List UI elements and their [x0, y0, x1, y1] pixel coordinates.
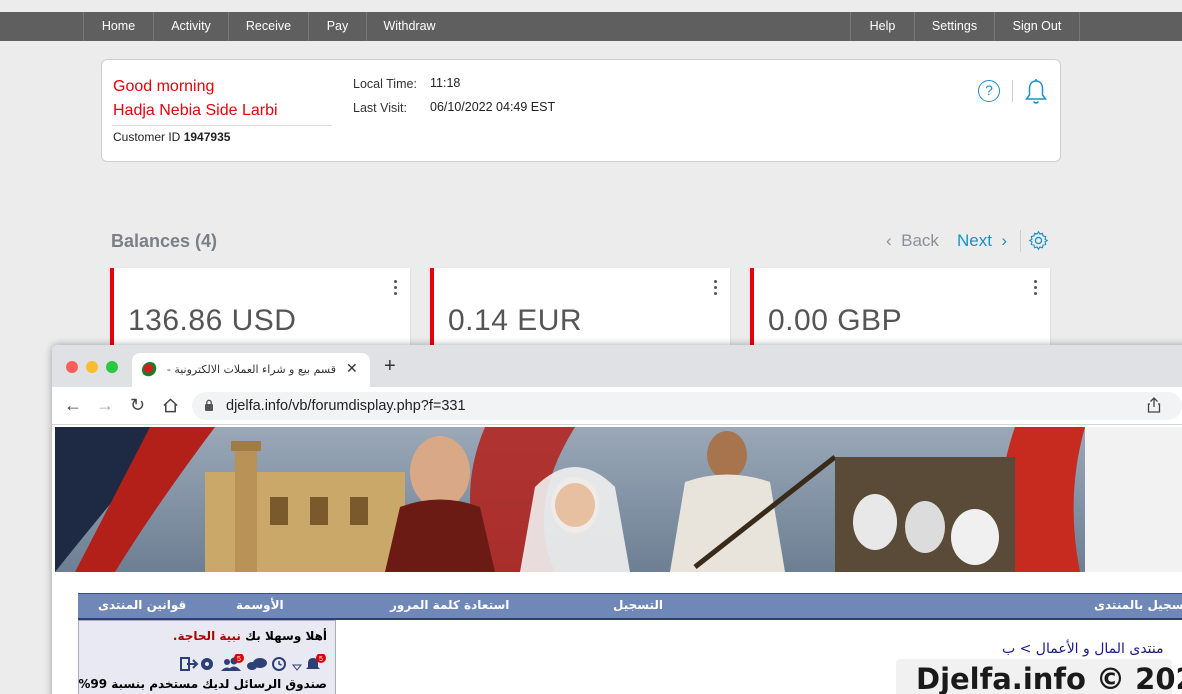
forum-nav-medals[interactable]: الأوسمة: [236, 598, 284, 612]
chevron-down-icon[interactable]: [291, 664, 303, 671]
local-time-value: 11:18: [430, 76, 461, 90]
bell-icon[interactable]: [1024, 78, 1048, 106]
last-visit-label: Last Visit:: [353, 101, 407, 115]
forum-nav-bar: طريقة التسجيل بالمنتدى التسجيل استعادة ك…: [78, 593, 1182, 618]
inbox-usage: صندوق الرسائل لديك مستخدم بنسبة 99%: [78, 677, 327, 691]
users-badge: 5: [237, 656, 241, 663]
greeting-card: Good morning Hadja Nebia Side Larbi Cust…: [101, 59, 1061, 162]
bell-badge: 5: [319, 656, 323, 663]
back-arrow-icon[interactable]: ←: [64, 395, 82, 416]
divider: [1020, 230, 1021, 252]
forum-nav-rules[interactable]: قوانين المنتدى: [98, 598, 186, 612]
customer-id-label: Customer ID: [113, 130, 181, 144]
address-bar[interactable]: djelfa.info/vb/forumdisplay.php?f=331: [192, 392, 1182, 420]
customer-id-line: Customer ID 1947935: [113, 130, 230, 144]
nav-receive[interactable]: Receive: [228, 12, 308, 41]
welcome-text: أهلا وسهلا بك: [245, 629, 327, 643]
nav-activity[interactable]: Activity: [153, 12, 228, 41]
forum-banner-image: [55, 427, 1182, 572]
new-tab-icon[interactable]: +: [384, 355, 396, 378]
next-label: Next: [957, 231, 992, 250]
favicon-icon: [142, 362, 158, 378]
greeting-salutation: Good morning: [113, 78, 215, 95]
url-text: djelfa.info/vb/forumdisplay.php?f=331: [226, 398, 466, 414]
customer-id-value: 1947935: [183, 130, 231, 144]
browser-toolbar: ← → ↻ djelfa.info/vb/forumdisplay.php?f=…: [52, 387, 1182, 425]
nav-sign-out[interactable]: Sign Out: [994, 12, 1080, 41]
chevron-left-icon: ‹: [886, 231, 892, 250]
customer-name: Hadja Nebia Side Larbi: [113, 102, 278, 119]
more-vert-icon[interactable]: [714, 280, 718, 298]
bell-icon[interactable]: 5: [306, 654, 326, 669]
gear-icon[interactable]: [1028, 230, 1049, 251]
last-visit-value: 06/10/2022 04:49 EST: [430, 100, 556, 114]
nav-withdraw[interactable]: Withdraw: [366, 12, 452, 41]
forum-nav-register[interactable]: التسجيل: [613, 598, 663, 612]
divider: [112, 125, 332, 126]
back-label: Back: [901, 231, 939, 250]
question-circle-icon[interactable]: ?: [978, 80, 1000, 102]
reload-icon[interactable]: ↻: [130, 395, 145, 416]
tab-bar: قسم بيع و شراء العملات الالكترونية - منت…: [52, 345, 1182, 387]
icon-divider: [1012, 80, 1013, 102]
back-button[interactable]: ‹ Back: [886, 231, 939, 251]
balance-amount: 0.14 EUR: [448, 304, 583, 337]
browser-window: قسم بيع و شراء العملات الالكترونية - منت…: [52, 345, 1182, 694]
user-box: أهلا وسهلا بك نبية الحاجة. 5 5 صندوق الر…: [78, 620, 336, 694]
close-tab-icon[interactable]: ✕: [346, 360, 358, 377]
next-button[interactable]: Next ›: [957, 231, 1007, 251]
chat-icon[interactable]: [247, 658, 267, 670]
forum-nav-register-guide[interactable]: طريقة التسجيل بالمنتدى: [1094, 598, 1182, 612]
more-vert-icon[interactable]: [1034, 280, 1038, 298]
breadcrumb[interactable]: منتدى المال و الأعمال > ب: [1002, 641, 1164, 657]
share-icon[interactable]: [1147, 397, 1161, 413]
balances-title: Balances (4): [111, 231, 218, 251]
forum-nav-recover-password[interactable]: استعادة كلمة المرور: [390, 598, 509, 612]
close-window-icon[interactable]: [66, 361, 78, 373]
watermark-text: Djelfa.info © 2021: [916, 662, 1182, 694]
watermark: Djelfa.info © 2021: [896, 659, 1182, 694]
sign-out-icon[interactable]: [180, 657, 199, 671]
maximize-window-icon[interactable]: [106, 361, 118, 373]
minimize-window-icon[interactable]: [86, 361, 98, 373]
cog-icon[interactable]: [201, 658, 213, 670]
browser-tab[interactable]: قسم بيع و شراء العملات الالكترونية - منت…: [132, 353, 370, 387]
user-icons-row: 5 5: [180, 654, 326, 671]
nav-pay[interactable]: Pay: [308, 12, 366, 41]
nav-home[interactable]: Home: [83, 12, 153, 41]
top-nav: Home Activity Receive Pay Withdraw Help …: [0, 12, 1182, 41]
nav-settings[interactable]: Settings: [914, 12, 994, 41]
username-link[interactable]: نبية الحاجة.: [173, 629, 241, 643]
welcome-line: أهلا وسهلا بك نبية الحاجة.: [173, 629, 327, 643]
forward-arrow-icon[interactable]: →: [96, 395, 114, 416]
chevron-right-icon: ›: [1001, 231, 1008, 250]
local-time-label: Local Time:: [353, 77, 417, 91]
nav-help[interactable]: Help: [850, 12, 914, 41]
tab-title: قسم بيع و شراء العملات الالكترونية - منت…: [166, 363, 336, 376]
lock-icon: [205, 399, 213, 411]
home-icon[interactable]: [162, 397, 179, 414]
balance-amount: 0.00 GBP: [768, 304, 903, 337]
more-vert-icon[interactable]: [394, 280, 398, 298]
balance-amount: 136.86 USD: [128, 304, 297, 337]
users-icon[interactable]: 5: [221, 654, 244, 671]
